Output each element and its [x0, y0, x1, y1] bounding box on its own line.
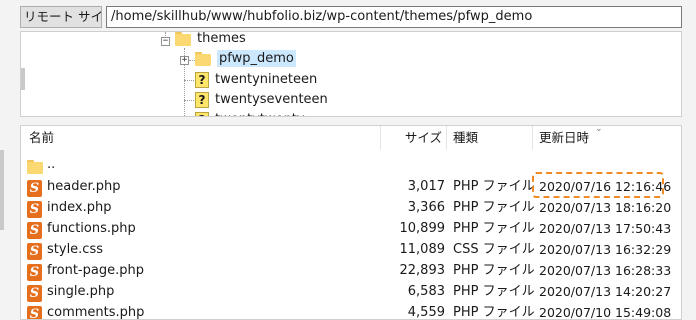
unknown-folder-icon: ?: [195, 92, 209, 108]
file-size: 3,017: [407, 179, 445, 194]
file-size: 10,899: [399, 221, 446, 236]
file-row[interactable]: S single.php 6,583 PHP ファイル 2020/07/13 1…: [21, 281, 681, 302]
unknown-folder-icon: ?: [195, 112, 209, 116]
file-name: functions.php: [47, 221, 136, 236]
file-row[interactable]: S style.css 11,089 CSS ファイル 2020/07/13 1…: [21, 239, 681, 260]
tree-connector: [184, 100, 194, 101]
collapse-themes-toggle[interactable]: −: [161, 37, 170, 46]
column-header-type[interactable]: 種類: [447, 126, 533, 150]
php-file-icon: S: [27, 262, 42, 283]
php-file-icon: S: [27, 304, 42, 319]
folder-icon: [175, 32, 191, 46]
file-type: PHP ファイル: [453, 263, 535, 278]
file-type: PHP ファイル: [453, 179, 535, 194]
file-modified: 2020/07/13 16:28:33: [539, 263, 672, 278]
php-file-icon: S: [27, 220, 42, 241]
file-size: 11,089: [399, 242, 446, 257]
file-row[interactable]: S front-page.php 22,893 PHP ファイル 2020/07…: [21, 260, 681, 281]
file-modified: 2020/07/13 17:50:43: [539, 221, 672, 236]
tree-node-twentynineteen[interactable]: ? twentynineteen: [195, 70, 317, 90]
file-size: 6,583: [407, 284, 445, 299]
file-size: 22,893: [399, 263, 446, 278]
file-name: single.php: [47, 284, 115, 299]
file-type: PHP ファイル: [453, 305, 535, 320]
php-file-icon: S: [27, 199, 42, 220]
php-file-icon: S: [27, 283, 42, 304]
tree-node-pfwp-demo[interactable]: pfwp_demo: [195, 49, 296, 69]
file-type: PHP ファイル: [453, 200, 535, 215]
file-size: 4,559: [407, 305, 445, 320]
modified-date-highlight: [532, 172, 664, 198]
tree-node-label: pfwp_demo: [217, 50, 296, 67]
file-row[interactable]: S functions.php 10,899 PHP ファイル 2020/07/…: [21, 218, 681, 239]
file-modified: 2020/07/13 16:32:29: [539, 242, 672, 257]
tree-node-twentytwenty[interactable]: ? twentytwenty: [195, 110, 305, 116]
tree-node-twentyseventeen[interactable]: ? twentyseventeen: [195, 90, 328, 110]
tree-connector: [184, 80, 194, 81]
file-name: style.css: [47, 242, 103, 257]
sort-descending-icon: ⌄: [595, 125, 603, 134]
file-size: 3,366: [407, 200, 445, 215]
file-type: CSS ファイル: [453, 242, 535, 257]
file-row[interactable]: S comments.php 4,559 PHP ファイル 2020/07/10…: [21, 302, 681, 320]
file-type: PHP ファイル: [453, 284, 535, 299]
tree-node-label: twentyseventeen: [215, 92, 328, 107]
expand-pfwp-demo-toggle[interactable]: +: [180, 56, 189, 65]
directory-tree[interactable]: − themes + pfwp_demo ? twentynineteen ? tw…: [20, 31, 682, 117]
file-name: comments.php: [47, 305, 145, 320]
file-modified: 2020/07/13 18:16:20: [539, 200, 672, 215]
file-name: front-page.php: [47, 263, 144, 278]
file-modified: 2020/07/13 14:20:27: [539, 284, 672, 299]
unknown-folder-icon: ?: [195, 72, 209, 88]
file-row[interactable]: S index.php 3,366 PHP ファイル 2020/07/13 18…: [21, 197, 681, 218]
file-type: PHP ファイル: [453, 221, 535, 236]
file-modified: 2020/07/10 15:49:08: [539, 305, 672, 320]
php-file-icon: S: [27, 178, 42, 199]
file-name: header.php: [47, 179, 121, 194]
remote-path-bar: リモート サイト: /home/skillhub/www/hubfolio.bi…: [20, 6, 682, 28]
css-file-icon: S: [27, 241, 42, 262]
column-header-size[interactable]: サイズ: [381, 126, 447, 150]
tree-node-label: themes: [197, 31, 246, 46]
file-list-header: 名前 サイズ 種類 更新日時 ⌄: [21, 126, 681, 150]
tree-node-label: twentytwenty: [215, 112, 305, 116]
tree-node-themes[interactable]: themes: [175, 31, 246, 49]
tree-scrollbar[interactable]: [21, 68, 25, 90]
list-scrollbar[interactable]: [0, 150, 4, 230]
remote-site-panel: リモート サイト: /home/skillhub/www/hubfolio.bi…: [0, 0, 696, 320]
remote-site-label: リモート サイト:: [20, 6, 120, 28]
remote-path-input[interactable]: /home/skillhub/www/hubfolio.biz/wp-conte…: [106, 6, 682, 28]
remote-file-list[interactable]: 名前 サイズ 種類 更新日時 ⌄ .. S header.php 3,017 P…: [20, 125, 682, 320]
folder-icon: [195, 52, 211, 66]
column-header-name[interactable]: 名前: [21, 126, 381, 150]
tree-node-label: twentynineteen: [215, 72, 318, 87]
column-header-modified[interactable]: 更新日時: [533, 126, 681, 150]
folder-icon: [27, 156, 43, 177]
file-name: index.php: [47, 200, 112, 215]
file-name: ..: [47, 157, 56, 172]
